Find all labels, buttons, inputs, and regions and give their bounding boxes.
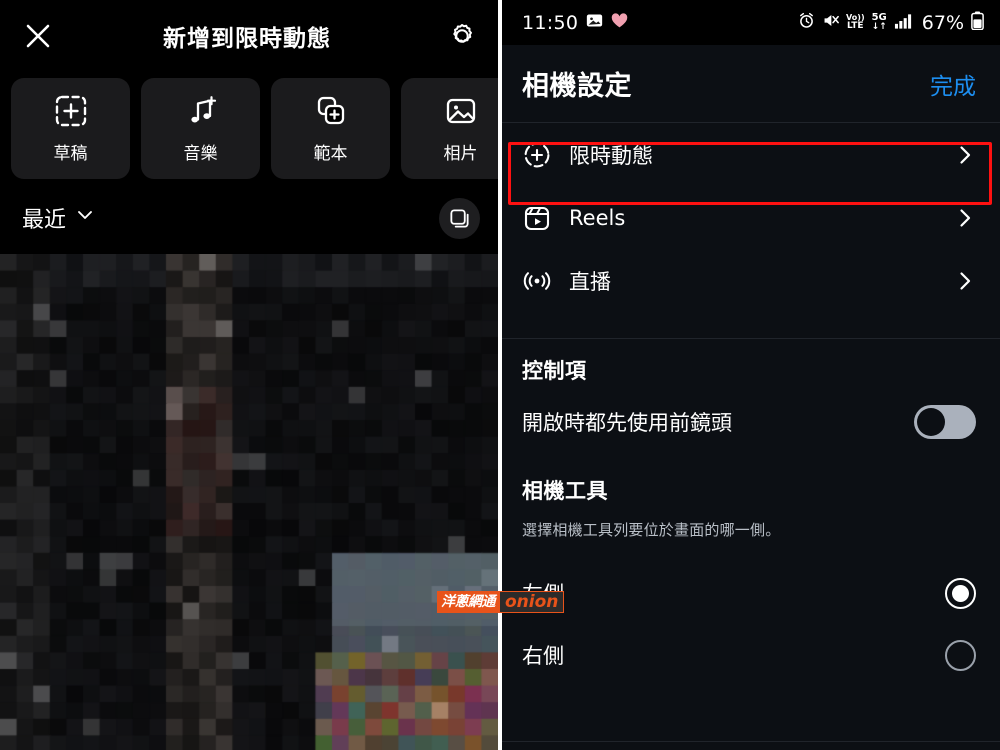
quick-action-photo[interactable]: 相片 <box>401 78 500 179</box>
settings-row-label: 直播 <box>569 269 611 294</box>
controls-section-title: 控制項 <box>522 359 587 383</box>
chevron-right-icon <box>954 207 976 229</box>
photo-icon <box>586 12 603 33</box>
option-label: 右側 <box>522 644 564 668</box>
photo-icon <box>444 94 478 128</box>
quick-action-label: 音樂 <box>183 143 218 164</box>
5g-icon: 5G ↓↑ <box>872 13 887 32</box>
quick-action-music[interactable]: 音樂 <box>141 78 260 179</box>
done-button[interactable]: 完成 <box>930 67 976 101</box>
album-selector[interactable]: 最近 <box>22 202 95 234</box>
camera-tools-description: 選擇相機工具列要位於畫面的哪一側。 <box>522 521 781 539</box>
bottom-divider <box>500 741 1000 742</box>
settings-row-label: 限時動態 <box>569 143 653 168</box>
settings-row-label: Reels <box>569 205 626 230</box>
volte-bottom: LTE <box>847 21 864 31</box>
multi-select-layers-icon[interactable] <box>439 197 480 239</box>
toggle-knob <box>917 408 945 436</box>
page-title: 新增到限時動態 <box>163 26 331 52</box>
reels-clapper-icon <box>522 203 552 233</box>
status-bar: 11:50 Vo)) LTE 5G ↓↑ 67% <box>500 0 1000 45</box>
photo-grid-censored[interactable] <box>0 254 500 750</box>
settings-row-reels[interactable]: Reels <box>500 186 1000 249</box>
chevron-down-icon <box>75 205 95 231</box>
watermark-cn-text: 洋蔥網通 <box>437 591 499 613</box>
camera-tools-option-left[interactable]: 左側 <box>500 562 1000 624</box>
front-camera-toggle[interactable] <box>914 405 976 439</box>
quick-action-label: 相片 <box>443 143 478 164</box>
settings-title: 相機設定 <box>522 71 632 102</box>
chevron-right-icon <box>954 270 976 292</box>
quick-action-cards: 草稿 音樂 範本 相片 <box>0 72 500 182</box>
settings-row-story[interactable]: 限時動態 <box>500 123 1000 186</box>
story-circle-plus-icon <box>522 140 552 170</box>
panel-divider <box>498 0 502 750</box>
alarm-icon <box>798 12 815 33</box>
gallery-header: 最近 <box>0 182 500 254</box>
album-label: 最近 <box>22 208 67 233</box>
live-broadcast-icon <box>522 266 552 296</box>
camera-tools-section-title: 相機工具 <box>522 479 608 503</box>
network-arrows: ↓↑ <box>871 22 887 32</box>
quick-action-draft[interactable]: 草稿 <box>11 78 130 179</box>
mute-icon <box>822 12 839 33</box>
settings-header: 相機設定 完成 <box>500 45 1000 122</box>
volte-icon: Vo)) LTE <box>846 14 865 31</box>
instagram-story-composer-panel: 新增到限時動態 草稿 音樂 範本 相片 最近 <box>0 0 500 750</box>
signal-bars-icon <box>894 13 913 33</box>
heart-icon <box>611 12 628 33</box>
gear-icon[interactable] <box>442 16 482 56</box>
composer-topbar: 新增到限時動態 <box>0 0 500 72</box>
stacked-squares-plus-icon <box>314 94 348 128</box>
music-note-plus-icon <box>184 94 218 128</box>
quick-action-template[interactable]: 範本 <box>271 78 390 179</box>
status-time: 11:50 <box>522 11 579 34</box>
quick-action-label: 範本 <box>313 143 348 164</box>
dashed-square-plus-icon <box>54 94 88 128</box>
radio-right-unselected[interactable] <box>945 639 976 671</box>
watermark: 洋蔥網通 onion <box>437 591 565 613</box>
battery-percent: 67% <box>921 11 964 34</box>
chevron-right-icon <box>954 144 976 166</box>
camera-settings-panel: 11:50 Vo)) LTE 5G ↓↑ 67% 相機設定 完成 限時動態 Re… <box>500 0 1000 750</box>
camera-tools-option-right[interactable]: 右側 <box>500 624 1000 686</box>
battery-icon <box>971 11 984 34</box>
status-bar-right: Vo)) LTE 5G ↓↑ 67% <box>798 11 984 34</box>
dual-screenshot: 新增到限時動態 草稿 音樂 範本 相片 最近 11:50 Vo)) LTE 5G… <box>0 0 1000 750</box>
status-bar-left: 11:50 <box>522 12 628 34</box>
front-camera-toggle-label: 開啟時都先使用前鏡頭 <box>522 411 732 435</box>
quick-action-label: 草稿 <box>53 143 88 164</box>
settings-row-live[interactable]: 直播 <box>500 249 1000 312</box>
watermark-en-text: onion <box>499 591 565 613</box>
front-camera-toggle-row[interactable]: 開啟時都先使用前鏡頭 <box>500 385 1000 459</box>
radio-left-selected[interactable] <box>945 577 976 609</box>
